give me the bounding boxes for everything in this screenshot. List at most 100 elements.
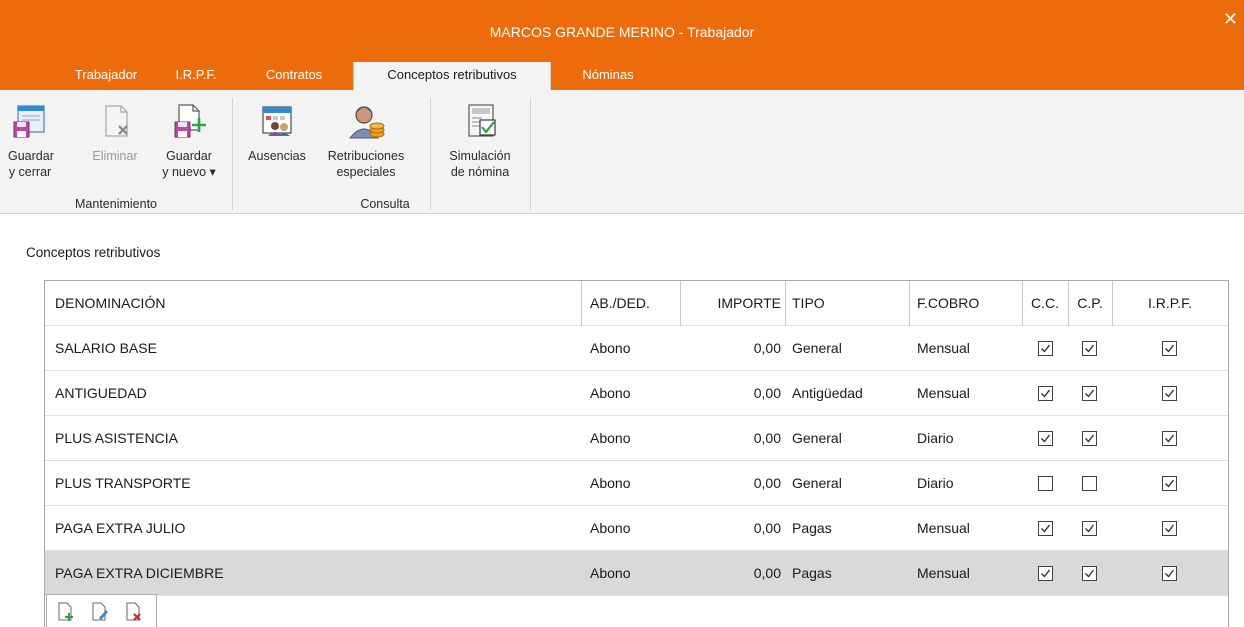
table-row[interactable]: PAGA EXTRA DICIEMBRE Abono 0,00 Pagas Mensua…: [45, 551, 1228, 596]
special-payments-icon: [348, 106, 385, 139]
col-header-abded[interactable]: AB./DED.: [590, 281, 650, 326]
tab-nominas[interactable]: Nóminas: [566, 62, 650, 90]
table-row[interactable]: PLUS ASISTENCIA Abono 0,00 General Diario: [45, 416, 1228, 461]
checkbox-cp[interactable]: [1082, 476, 1097, 491]
cell-abded: Abono: [590, 340, 631, 356]
cell-abded: Abono: [590, 475, 631, 491]
title-bar: MARCOS GRANDE MERINO - Trabajador ✕: [0, 0, 1244, 62]
payroll-simulation-icon: [468, 104, 496, 137]
tab-conceptos-retributivos[interactable]: Conceptos retributivos: [353, 62, 551, 90]
checkbox-irpf[interactable]: [1162, 431, 1177, 446]
add-row-icon[interactable]: [57, 602, 75, 622]
cell-importe: 0,00: [753, 565, 781, 581]
checkmark-icon: [1041, 524, 1051, 533]
tab-contratos[interactable]: Contratos: [250, 62, 338, 90]
checkbox-cc[interactable]: [1038, 566, 1053, 581]
checkbox-cp[interactable]: [1082, 521, 1097, 536]
special-payments-label-1: Retribuciones: [327, 149, 405, 163]
save-new-icon: [174, 104, 206, 138]
checkbox-cp[interactable]: [1082, 566, 1097, 581]
cell-fcobro: Mensual: [917, 340, 970, 356]
checkbox-cp[interactable]: [1082, 431, 1097, 446]
edit-row-icon[interactable]: [91, 602, 109, 622]
cell-abded: Abono: [590, 520, 631, 536]
save-close-label-1: Guardar: [8, 149, 54, 163]
ribbon-separator: [430, 98, 431, 210]
checkbox-irpf[interactable]: [1162, 476, 1177, 491]
cell-abded: Abono: [590, 430, 631, 446]
checkbox-irpf[interactable]: [1162, 521, 1177, 536]
delete-button[interactable]: Eliminar: [82, 102, 148, 164]
save-new-label-2: y nuevo ▾: [162, 165, 216, 179]
cell-importe: 0,00: [753, 475, 781, 491]
save-close-button[interactable]: Guardar y cerrar: [8, 102, 54, 180]
tab-irpf[interactable]: I.R.P.F.: [160, 62, 232, 90]
cell-denominacion: PAGA EXTRA DICIEMBRE: [55, 565, 224, 581]
cell-fcobro: Mensual: [917, 520, 970, 536]
group-label-consulta: Consulta: [360, 197, 410, 211]
grid-navigator: [46, 594, 157, 627]
cell-fcobro: Diario: [917, 430, 954, 446]
checkbox-irpf[interactable]: [1162, 566, 1177, 581]
checkmark-icon: [1085, 389, 1095, 398]
cell-fcobro: Mensual: [917, 385, 970, 401]
absences-button[interactable]: Ausencias: [242, 102, 312, 164]
cell-tipo: General: [792, 475, 842, 491]
col-header-fcobro[interactable]: F.COBRO: [917, 281, 979, 326]
cell-importe: 0,00: [753, 385, 781, 401]
checkmark-icon: [1085, 344, 1095, 353]
column-divider: [909, 281, 910, 326]
save-close-label-2: y cerrar: [8, 165, 52, 179]
checkbox-cc[interactable]: [1038, 431, 1053, 446]
checkbox-cp[interactable]: [1082, 341, 1097, 356]
col-header-denominacion[interactable]: DENOMINACIÓN: [55, 281, 165, 326]
table-header: DENOMINACIÓN AB./DED. IMPORTE TIPO F.COB…: [45, 281, 1228, 326]
special-payments-label-2: especiales: [336, 165, 396, 179]
table-row[interactable]: ANTIGUEDAD Abono 0,00 Antigüedad Mensual: [45, 371, 1228, 416]
payroll-simulation-button[interactable]: Simulación de nómina: [438, 102, 522, 180]
cell-importe: 0,00: [753, 430, 781, 446]
tab-trabajador[interactable]: Trabajador: [62, 62, 150, 90]
checkbox-cp[interactable]: [1082, 386, 1097, 401]
checkmark-icon: [1041, 434, 1051, 443]
checkmark-icon: [1085, 524, 1095, 533]
checkbox-cc[interactable]: [1038, 341, 1053, 356]
checkmark-icon: [1165, 479, 1175, 488]
cell-importe: 0,00: [753, 340, 781, 356]
col-header-cc[interactable]: C.C.: [1022, 281, 1068, 326]
checkbox-irpf[interactable]: [1162, 386, 1177, 401]
delete-row-icon[interactable]: [125, 602, 143, 622]
checkbox-irpf[interactable]: [1162, 341, 1177, 356]
special-payments-button[interactable]: Retribuciones especiales: [316, 102, 416, 180]
ribbon-separator: [232, 98, 233, 210]
checkbox-cc[interactable]: [1038, 476, 1053, 491]
ribbon-separator: [530, 98, 531, 210]
col-header-cp[interactable]: C.P.: [1068, 281, 1112, 326]
checkmark-icon: [1041, 569, 1051, 578]
checkmark-icon: [1165, 569, 1175, 578]
cell-denominacion: PAGA EXTRA JULIO: [55, 520, 186, 536]
cell-abded: Abono: [590, 385, 631, 401]
group-label-mantenimiento: Mantenimiento: [75, 197, 157, 211]
table-row[interactable]: SALARIO BASE Abono 0,00 General Mensual: [45, 326, 1228, 371]
save-close-icon: [13, 105, 45, 138]
cell-tipo: General: [792, 430, 842, 446]
checkmark-icon: [1165, 524, 1175, 533]
checkmark-icon: [1085, 434, 1095, 443]
save-new-button[interactable]: Guardar y nuevo ▾: [160, 102, 218, 180]
concepts-table: DENOMINACIÓN AB./DED. IMPORTE TIPO F.COB…: [44, 280, 1229, 627]
checkbox-cc[interactable]: [1038, 386, 1053, 401]
col-header-importe[interactable]: IMPORTE: [681, 281, 781, 326]
delete-label: Eliminar: [92, 149, 138, 163]
col-header-irpf[interactable]: I.R.P.F.: [1112, 281, 1228, 326]
col-header-tipo[interactable]: TIPO: [792, 281, 825, 326]
cell-denominacion: PLUS ASISTENCIA: [55, 430, 178, 446]
table-row[interactable]: PAGA EXTRA JULIO Abono 0,00 Pagas Mensual: [45, 506, 1228, 551]
cell-importe: 0,00: [753, 520, 781, 536]
cell-denominacion: SALARIO BASE: [55, 340, 157, 356]
checkbox-cc[interactable]: [1038, 521, 1053, 536]
payroll-simulation-label-1: Simulación: [449, 149, 511, 163]
cell-tipo: Pagas: [792, 520, 832, 536]
close-icon[interactable]: ✕: [1223, 10, 1238, 28]
table-row[interactable]: PLUS TRANSPORTE Abono 0,00 General Diario: [45, 461, 1228, 506]
